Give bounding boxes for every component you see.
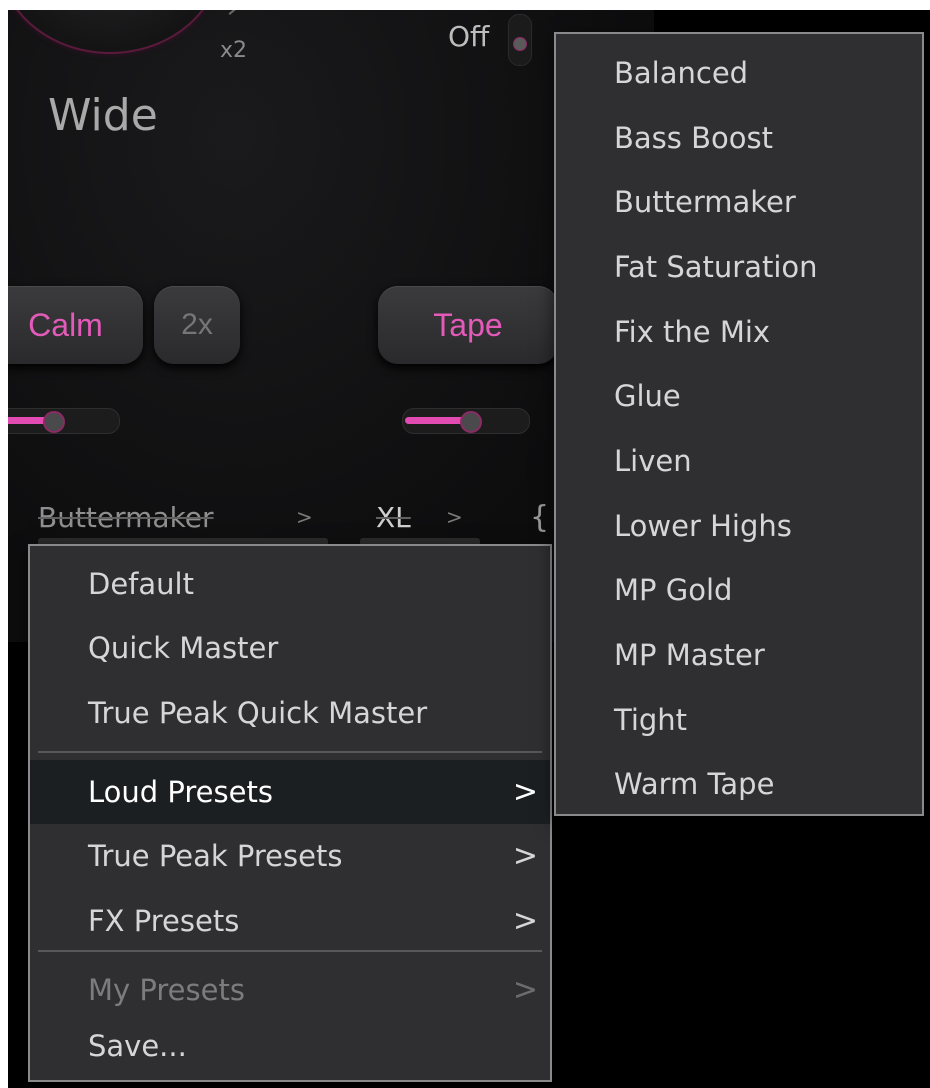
menu-item-default[interactable]: Default <box>30 552 550 616</box>
chevron-right-icon: > <box>512 774 538 810</box>
calm-slider-handle[interactable] <box>43 411 65 433</box>
width-knob[interactable] <box>8 10 222 54</box>
toggle-label: Off <box>448 20 490 53</box>
submenu-item[interactable]: Tight <box>556 687 922 752</box>
menu-item-save[interactable]: Save... <box>30 1014 550 1078</box>
submenu-item[interactable]: Liven <box>556 428 922 493</box>
submenu-item[interactable]: Glue <box>556 363 922 428</box>
menu-item-label: Save... <box>88 1029 187 1063</box>
chevron-right-icon: > <box>512 838 538 874</box>
preset-menu: Default Quick Master True Peak Quick Mas… <box>28 544 552 1082</box>
menu-item-true-peak-presets[interactable]: True Peak Presets > <box>30 824 550 888</box>
breadcrumb-preset[interactable]: Buttermaker <box>38 492 214 542</box>
menu-item-label: Quick Master <box>88 631 279 665</box>
tape-slider-handle[interactable] <box>460 411 482 433</box>
menu-item-label: Default <box>88 567 194 601</box>
submenu-item[interactable]: Bass Boost <box>556 105 922 170</box>
breadcrumb-separator: > <box>446 505 463 529</box>
stereo-mode-label: Wide <box>48 90 158 141</box>
double-button[interactable]: 2x <box>154 286 240 364</box>
submenu-item[interactable]: Balanced <box>556 40 922 105</box>
submenu-item[interactable]: Fix the Mix <box>556 299 922 364</box>
knob-multiplier-label: x2 <box>220 38 248 63</box>
submenu-item[interactable]: Lower Highs <box>556 493 922 558</box>
menu-item-label: True Peak Presets <box>88 839 343 873</box>
menu-item-true-peak-quick-master[interactable]: True Peak Quick Master <box>30 681 550 745</box>
submenu-item[interactable]: Fat Saturation <box>556 234 922 299</box>
menu-item-fx-presets[interactable]: FX Presets > <box>30 889 550 953</box>
menu-separator <box>38 751 542 753</box>
calm-slider[interactable] <box>8 408 120 434</box>
menu-item-label: True Peak Quick Master <box>88 696 428 730</box>
menu-item-label: FX Presets <box>88 904 240 938</box>
breadcrumb-quality[interactable]: XL <box>376 492 411 542</box>
menu-item-label: Loud Presets <box>88 775 273 809</box>
chevron-right-icon: > <box>512 903 538 939</box>
calm-button[interactable]: Calm <box>8 286 143 364</box>
breadcrumb-extra[interactable]: { <box>530 492 549 542</box>
off-toggle-switch[interactable] <box>508 14 532 66</box>
menu-item-quick-master[interactable]: Quick Master <box>30 616 550 680</box>
submenu-item[interactable]: MP Master <box>556 622 922 687</box>
knob-tick-mark <box>228 10 238 15</box>
menu-separator <box>38 950 542 952</box>
submenu-item[interactable]: Buttermaker <box>556 169 922 234</box>
tape-slider[interactable] <box>402 408 530 434</box>
menu-item-my-presets: My Presets > <box>30 958 550 1022</box>
menu-item-label: My Presets <box>88 973 245 1007</box>
menu-item-loud-presets[interactable]: Loud Presets > <box>30 760 550 824</box>
plugin-window: x2 Wide Off Calm 2x Tape Buttermaker > X… <box>8 10 930 1088</box>
chevron-right-icon: > <box>512 972 538 1008</box>
submenu-item[interactable]: MP Gold <box>556 557 922 622</box>
loud-presets-submenu: Balanced Bass Boost Buttermaker Fat Satu… <box>554 32 924 816</box>
tape-button[interactable]: Tape <box>378 286 558 364</box>
toggle-indicator-icon <box>513 37 527 51</box>
breadcrumb-separator: > <box>296 505 313 529</box>
tape-slider-fill <box>405 417 468 424</box>
submenu-item[interactable]: Warm Tape <box>556 751 922 816</box>
